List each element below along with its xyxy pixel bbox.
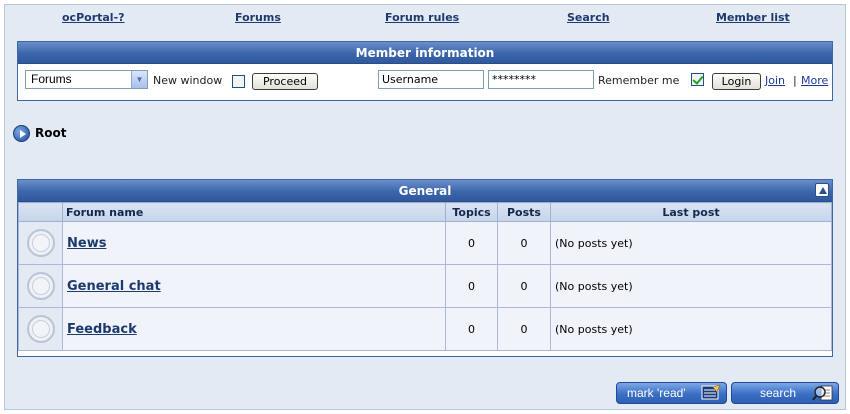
remember-me-label: Remember me: [598, 74, 680, 87]
remember-me-checkbox[interactable]: [691, 73, 704, 86]
search-button[interactable]: search: [731, 382, 839, 404]
no-new-posts-icon: [26, 315, 55, 343]
last-post-cell: (No posts yet): [550, 307, 832, 351]
topics-count: 0: [445, 264, 498, 308]
posts-count: 0: [497, 264, 551, 308]
password-field[interactable]: ********: [488, 70, 594, 89]
page: ocPortal-? Forums Forum rules Search Mem…: [4, 4, 846, 410]
search-icon: [812, 385, 833, 401]
nav-link-forum-rules[interactable]: Forum rules: [385, 11, 459, 24]
last-post-cell: (No posts yet): [550, 264, 832, 308]
nav-link-ocportal[interactable]: ocPortal-?: [62, 11, 125, 24]
search-button-label: search: [760, 386, 797, 400]
more-link[interactable]: More: [801, 74, 828, 87]
link-separator: |: [793, 74, 797, 87]
mark-read-button[interactable]: mark 'read': [616, 382, 727, 404]
member-information-panel: Member information Forums ▼ New window P…: [17, 41, 833, 101]
nav-link-member-list[interactable]: Member list: [716, 11, 790, 24]
breadcrumb-arrow-icon: [13, 125, 30, 142]
chevron-down-icon[interactable]: ▼: [131, 71, 147, 88]
posts-count: 0: [497, 307, 551, 351]
new-window-label: New window: [153, 74, 223, 87]
forum-name-cell: General chat: [62, 264, 446, 308]
join-link[interactable]: Join: [765, 74, 785, 87]
column-posts: Posts: [497, 202, 551, 222]
column-forum-name: Forum name: [62, 202, 446, 222]
breadcrumb-root[interactable]: Root: [35, 126, 66, 140]
no-new-posts-icon: [26, 229, 55, 257]
forum-link-feedback[interactable]: Feedback: [67, 322, 137, 337]
forum-table: Forum name Topics Posts Last post News 0…: [18, 202, 832, 351]
forum-status-cell: [18, 307, 63, 351]
table-row: News 0 0 (No posts yet): [18, 221, 832, 265]
forum-category-general: General Forum name Topics Posts Last pos…: [17, 179, 833, 357]
category-title: General: [18, 180, 832, 202]
login-button[interactable]: Login: [712, 73, 761, 90]
forum-link-general-chat[interactable]: General chat: [67, 279, 161, 294]
topics-count: 0: [445, 221, 498, 265]
column-topics: Topics: [445, 202, 498, 222]
table-row: Feedback 0 0 (No posts yet): [18, 307, 832, 351]
category-title-text: General: [398, 184, 452, 198]
column-last-post: Last post: [550, 202, 832, 222]
member-toolbar: Forums ▼ New window Proceed Username ***…: [18, 64, 832, 98]
column-icon: [18, 202, 63, 222]
forum-status-cell: [18, 221, 63, 265]
top-navigation: ocPortal-? Forums Forum rules Search Mem…: [5, 9, 847, 29]
table-row: General chat 0 0 (No posts yet): [18, 264, 832, 308]
collapse-up-icon[interactable]: [815, 183, 829, 197]
forum-name-cell: News: [62, 221, 446, 265]
no-new-posts-icon: [26, 272, 55, 300]
nav-link-search[interactable]: Search: [567, 11, 610, 24]
mark-read-label: mark 'read': [627, 386, 686, 400]
member-information-title: Member information: [18, 42, 832, 64]
forum-jump-select-value: Forums: [31, 72, 72, 86]
last-post-cell: (No posts yet): [550, 221, 832, 265]
forum-status-cell: [18, 264, 63, 308]
topics-count: 0: [445, 307, 498, 351]
forum-name-cell: Feedback: [62, 307, 446, 351]
forum-jump-select[interactable]: Forums ▼: [25, 70, 148, 89]
posts-count: 0: [497, 221, 551, 265]
forum-link-news[interactable]: News: [67, 236, 106, 251]
new-window-checkbox[interactable]: [232, 75, 245, 88]
username-field[interactable]: Username: [378, 70, 484, 89]
proceed-button[interactable]: Proceed: [252, 73, 318, 90]
forum-table-header: Forum name Topics Posts Last post: [18, 202, 832, 222]
nav-link-forums[interactable]: Forums: [235, 11, 281, 24]
mark-read-icon: [701, 384, 721, 400]
